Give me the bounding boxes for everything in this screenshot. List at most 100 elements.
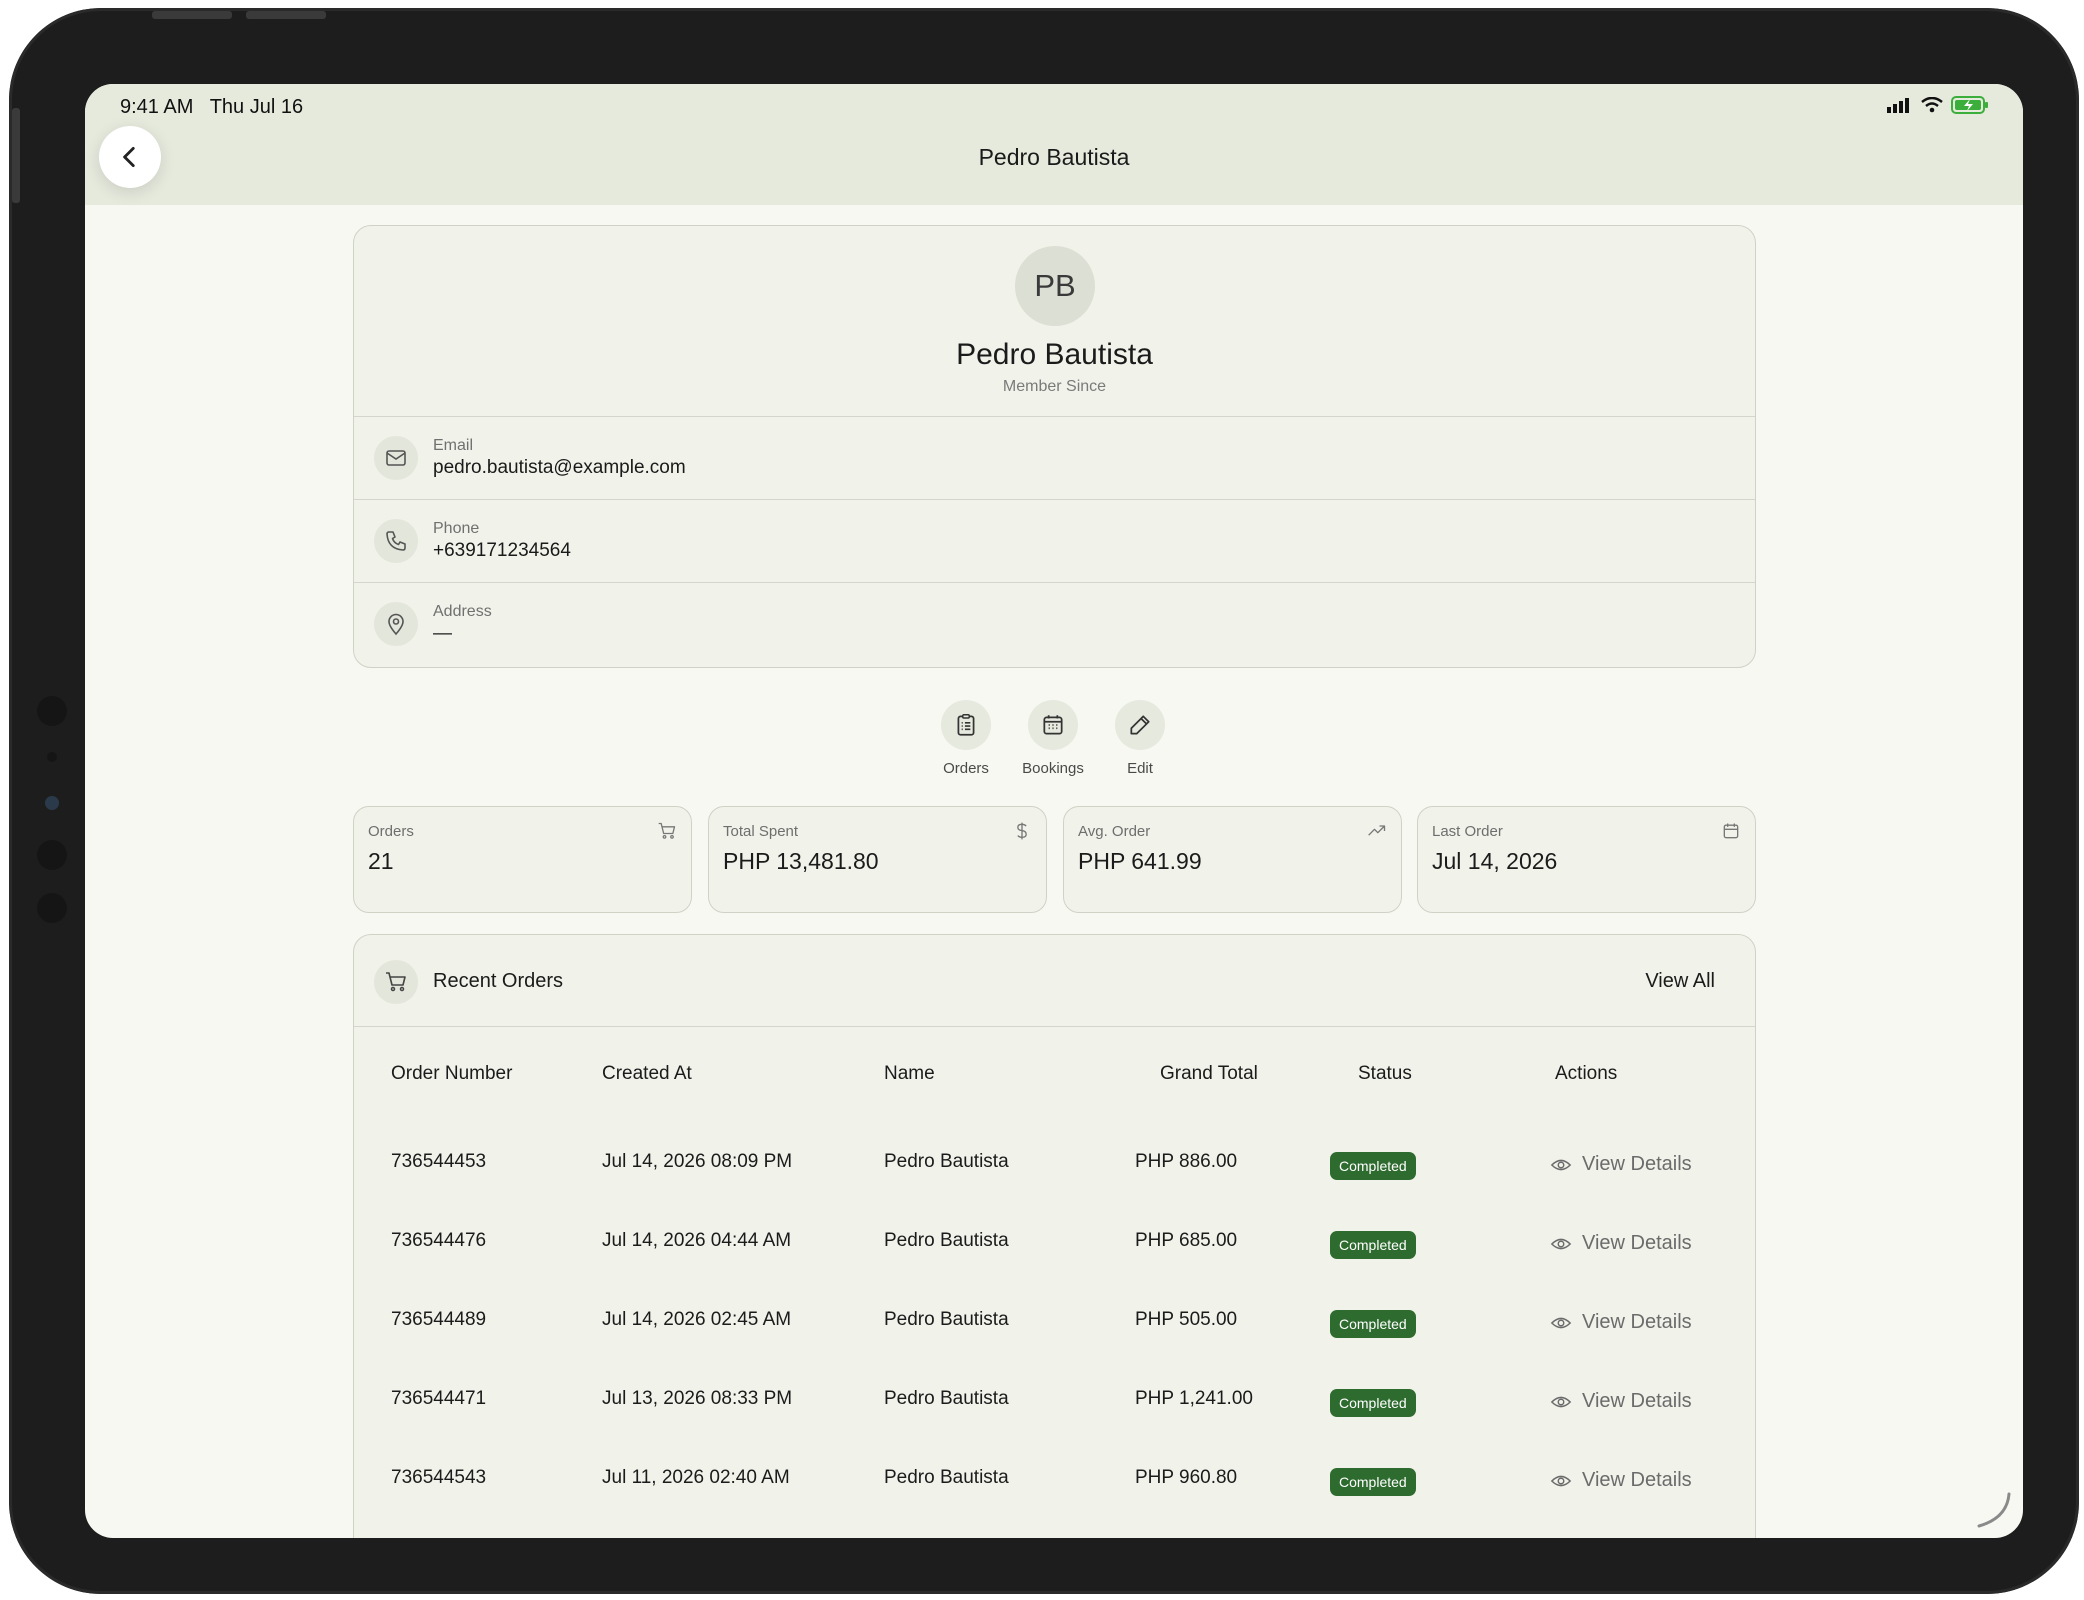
tablet-frame: 9:41 AM Thu Jul 16 Pedro Bautista PB Ped…	[9, 8, 2079, 1594]
column-header-created-at[interactable]: Created At	[602, 1063, 692, 1085]
edit-action-label: Edit	[1127, 760, 1153, 777]
view-details-button[interactable]: View Details	[1550, 1390, 1692, 1413]
status-badge: Completed	[1330, 1152, 1416, 1180]
table-row[interactable]: 736544489 Jul 14, 2026 02:45 AM Pedro Ba…	[354, 1289, 1755, 1368]
phone-label: Phone	[433, 520, 480, 537]
stat-label: Orders	[368, 823, 414, 840]
status-badge: Completed	[1330, 1231, 1416, 1259]
order-number-cell: 736544476	[391, 1230, 487, 1251]
created-at-cell: Jul 14, 2026 02:45 AM	[602, 1309, 792, 1330]
edit-action-button[interactable]: Edit	[1096, 700, 1184, 777]
pencil-icon	[1115, 700, 1165, 750]
stat-value: PHP 13,481.80	[723, 848, 879, 874]
bookings-action-label: Bookings	[1022, 760, 1084, 777]
profile-name: Pedro Bautista	[956, 338, 1153, 371]
page-title: Pedro Bautista	[978, 144, 1130, 170]
profile-card: PB Pedro Bautista Member Since Email ped…	[353, 225, 1756, 668]
avatar: PB	[1015, 246, 1095, 326]
email-label: Email	[433, 437, 474, 454]
sensor-dot	[37, 893, 67, 923]
eye-icon	[1550, 1396, 1572, 1407]
eye-icon	[1550, 1317, 1572, 1328]
dollar-icon	[1017, 822, 1027, 840]
phone-value: +639171234564	[433, 540, 571, 561]
view-details-label: View Details	[1582, 1232, 1692, 1254]
sensor-dot	[37, 840, 67, 870]
table-row[interactable]: 736544453 Jul 14, 2026 08:09 PM Pedro Ba…	[354, 1131, 1755, 1210]
name-cell: Pedro Bautista	[884, 1309, 1009, 1330]
grand-total-cell: PHP 685.00	[1135, 1230, 1238, 1251]
status-time: 9:41 AM Thu Jul 16	[120, 96, 303, 119]
view-details-button[interactable]: View Details	[1550, 1469, 1692, 1492]
phone-row[interactable]: Phone +639171234564	[354, 499, 1755, 582]
status-badge: Completed	[1330, 1310, 1416, 1338]
status-icons	[1887, 96, 1989, 114]
order-number-cell: 736544471	[391, 1388, 487, 1409]
stat-card-last-order: Last Order Jul 14, 2026	[1417, 806, 1756, 913]
stat-value: Jul 14, 2026	[1432, 848, 1558, 874]
table-row[interactable]: 736544543 Jul 11, 2026 02:40 AM Pedro Ba…	[354, 1447, 1755, 1526]
eye-icon	[1550, 1238, 1572, 1249]
email-row[interactable]: Email pedro.bautista@example.com	[354, 416, 1755, 499]
camera-dot	[37, 696, 67, 726]
sensor-dot	[47, 752, 57, 762]
created-at-cell: Jul 13, 2026 08:33 PM	[602, 1388, 793, 1409]
grand-total-cell: PHP 505.00	[1135, 1309, 1238, 1330]
cart-icon	[658, 822, 676, 839]
stat-label: Last Order	[1432, 823, 1503, 840]
bookings-action-button[interactable]: Bookings	[1009, 700, 1097, 777]
eye-icon	[1550, 1475, 1572, 1486]
created-at-cell: Jul 14, 2026 04:44 AM	[602, 1230, 792, 1251]
order-number-cell: 736544489	[391, 1309, 487, 1330]
stat-card-total-spent: Total Spent PHP 13,481.80	[708, 806, 1047, 913]
address-row[interactable]: Address —	[354, 582, 1755, 665]
recent-orders-title: Recent Orders	[433, 970, 564, 992]
name-cell: Pedro Bautista	[884, 1230, 1009, 1251]
power-button	[12, 108, 20, 203]
wifi-icon	[1921, 97, 1943, 113]
app-header: 9:41 AM Thu Jul 16 Pedro Bautista	[85, 84, 2023, 205]
phone-icon	[374, 519, 418, 563]
status-time-text: 9:41 AM	[120, 96, 194, 118]
name-cell: Pedro Bautista	[884, 1151, 1009, 1172]
table-row[interactable]: 736544476 Jul 14, 2026 04:44 AM Pedro Ba…	[354, 1210, 1755, 1289]
table-row[interactable]: 736544471 Jul 13, 2026 08:33 PM Pedro Ba…	[354, 1368, 1755, 1447]
column-header-grand-total[interactable]: Grand Total	[1160, 1063, 1258, 1085]
orders-action-button[interactable]: Orders	[922, 700, 1010, 777]
grand-total-cell: PHP 1,241.00	[1135, 1388, 1253, 1409]
name-cell: Pedro Bautista	[884, 1467, 1009, 1488]
stat-card-orders: Orders 21	[353, 806, 692, 913]
resize-corner-icon	[1977, 1492, 2011, 1528]
created-at-cell: Jul 14, 2026 08:09 PM	[602, 1151, 793, 1172]
order-number-cell: 736544543	[391, 1467, 487, 1488]
signal-icon	[1887, 98, 1909, 113]
view-details-button[interactable]: View Details	[1550, 1311, 1692, 1334]
calendar-icon	[1723, 823, 1739, 839]
stat-card-avg-order: Avg. Order PHP 641.99	[1063, 806, 1402, 913]
calendar-icon	[1028, 700, 1078, 750]
volume-button	[246, 11, 326, 19]
column-header-status[interactable]: Status	[1358, 1063, 1412, 1085]
camera-lens	[45, 796, 59, 810]
screen: 9:41 AM Thu Jul 16 Pedro Bautista PB Ped…	[85, 84, 2023, 1538]
view-details-button[interactable]: View Details	[1550, 1232, 1692, 1255]
column-header-actions: Actions	[1555, 1063, 1618, 1084]
volume-button	[152, 11, 232, 19]
view-details-label: View Details	[1582, 1153, 1692, 1175]
email-value: pedro.bautista@example.com	[433, 457, 686, 478]
status-badge: Completed	[1330, 1389, 1416, 1417]
view-details-label: View Details	[1582, 1390, 1692, 1412]
column-header-order-number[interactable]: Order Number	[391, 1063, 512, 1085]
recent-orders-card: Recent Orders View All Order Number Crea…	[353, 934, 1756, 1538]
cart-icon	[374, 960, 418, 1004]
mail-icon	[374, 436, 418, 480]
view-details-label: View Details	[1582, 1311, 1692, 1333]
view-all-link[interactable]: View All	[1645, 970, 1715, 993]
status-date-text: Thu Jul 16	[209, 96, 304, 118]
address-value: —	[433, 623, 452, 644]
column-header-name[interactable]: Name	[884, 1063, 935, 1085]
order-number-cell: 736544453	[391, 1151, 487, 1172]
grand-total-cell: PHP 886.00	[1135, 1151, 1238, 1172]
trending-up-icon	[1368, 825, 1386, 836]
view-details-button[interactable]: View Details	[1550, 1153, 1692, 1176]
